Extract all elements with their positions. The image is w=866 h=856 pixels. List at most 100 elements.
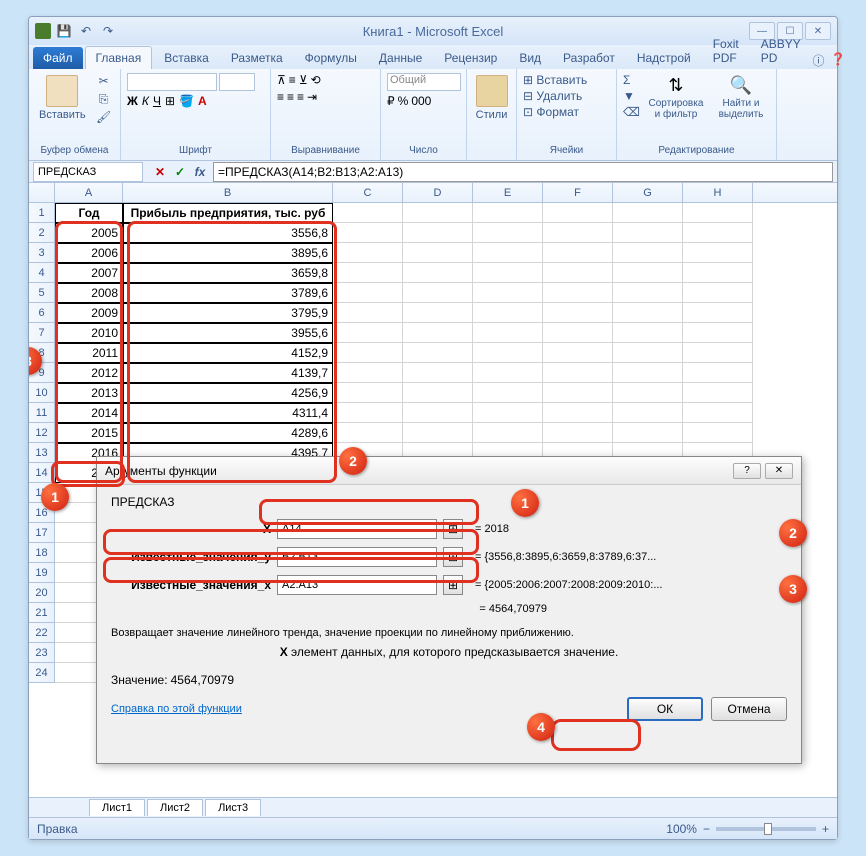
cell-g1[interactable] (613, 203, 683, 223)
number-format-combo[interactable]: Общий (387, 73, 461, 91)
cell-b5[interactable]: 3789,6 (123, 283, 333, 303)
help-question-icon[interactable]: ❓ (831, 52, 846, 69)
cell-c6[interactable] (333, 303, 403, 323)
cell-a8[interactable]: 2011 (55, 343, 123, 363)
field-input-known-y[interactable] (277, 547, 437, 567)
fx-icon[interactable]: fx (191, 163, 209, 181)
cell-h7[interactable] (683, 323, 753, 343)
col-header-b[interactable]: B (123, 183, 333, 202)
cell-d7[interactable] (403, 323, 473, 343)
cell-a9[interactable]: 2012 (55, 363, 123, 383)
col-header-d[interactable]: D (403, 183, 473, 202)
cell-f3[interactable] (543, 243, 613, 263)
cell-b4[interactable]: 3659,8 (123, 263, 333, 283)
font-color-icon[interactable]: A (198, 94, 207, 108)
cell-a3[interactable]: 2006 (55, 243, 123, 263)
cell-d6[interactable] (403, 303, 473, 323)
indent-icon[interactable]: ⇥ (307, 90, 317, 104)
cell-f1[interactable] (543, 203, 613, 223)
cancel-button[interactable]: Отмена (711, 697, 787, 721)
ok-button[interactable]: ОК (627, 697, 703, 721)
cell-h5[interactable] (683, 283, 753, 303)
cell-a6[interactable]: 2009 (55, 303, 123, 323)
tab-formulas[interactable]: Формулы (295, 47, 367, 69)
align-left-icon[interactable]: ≡ (277, 90, 284, 104)
col-header-h[interactable]: H (683, 183, 753, 202)
cell-c5[interactable] (333, 283, 403, 303)
field-input-x[interactable] (277, 519, 437, 539)
cell-c1[interactable] (333, 203, 403, 223)
cell-e3[interactable] (473, 243, 543, 263)
copy-icon[interactable]: ⎘ (94, 91, 114, 107)
autosum-icon[interactable]: Σ (623, 73, 640, 87)
fill-color-icon[interactable]: 🪣 (179, 94, 194, 108)
ref-button-known-x[interactable]: ⊞ (443, 575, 463, 595)
cell-d3[interactable] (403, 243, 473, 263)
cell-b3[interactable]: 3895,6 (123, 243, 333, 263)
percent-icon[interactable]: % (398, 94, 409, 108)
cell-h11[interactable] (683, 403, 753, 423)
cancel-formula-icon[interactable]: ✕ (151, 163, 169, 181)
format-cells-button[interactable]: ⊡ Формат (523, 105, 610, 119)
sort-filter-button[interactable]: ⇅ Сортировка и фильтр (644, 73, 708, 122)
zoom-in-icon[interactable]: + (822, 822, 829, 836)
align-center-icon[interactable]: ≡ (287, 90, 294, 104)
cell-g12[interactable] (613, 423, 683, 443)
cell-f8[interactable] (543, 343, 613, 363)
tab-foxit[interactable]: Foxit PDF (703, 33, 749, 69)
cell-f11[interactable] (543, 403, 613, 423)
underline-icon[interactable]: Ч (153, 94, 161, 108)
help-icon[interactable]: ⓘ (813, 52, 825, 69)
zoom-slider[interactable] (716, 827, 816, 831)
cell-g7[interactable] (613, 323, 683, 343)
styles-button[interactable]: Стили (473, 73, 510, 123)
tab-layout[interactable]: Разметка (221, 47, 293, 69)
clear-icon[interactable]: ⌫ (623, 105, 640, 119)
col-header-g[interactable]: G (613, 183, 683, 202)
cell-f12[interactable] (543, 423, 613, 443)
cell-g10[interactable] (613, 383, 683, 403)
redo-icon[interactable]: ↷ (99, 22, 117, 40)
row-header-18[interactable]: 18 (29, 543, 55, 563)
cell-g3[interactable] (613, 243, 683, 263)
cell-e6[interactable] (473, 303, 543, 323)
tab-insert[interactable]: Вставка (154, 47, 219, 69)
sheet-tab-2[interactable]: Лист2 (147, 799, 203, 816)
row-header-6[interactable]: 6 (29, 303, 55, 323)
align-top-icon[interactable]: ⊼ (277, 73, 286, 87)
orientation-icon[interactable]: ⟲ (311, 73, 321, 87)
dialog-help-button[interactable]: ? (733, 463, 761, 479)
row-header-10[interactable]: 10 (29, 383, 55, 403)
font-combo[interactable] (127, 73, 217, 91)
cell-b2[interactable]: 3556,8 (123, 223, 333, 243)
font-size-combo[interactable] (219, 73, 255, 91)
row-header-19[interactable]: 19 (29, 563, 55, 583)
cell-h4[interactable] (683, 263, 753, 283)
cell-e7[interactable] (473, 323, 543, 343)
cell-h8[interactable] (683, 343, 753, 363)
sheet-tab-3[interactable]: Лист3 (205, 799, 261, 816)
cell-h10[interactable] (683, 383, 753, 403)
cell-h1[interactable] (683, 203, 753, 223)
tab-abbyy[interactable]: ABBYY PD (751, 33, 811, 69)
tab-review[interactable]: Рецензир (434, 47, 507, 69)
tab-view[interactable]: Вид (509, 47, 551, 69)
tab-file[interactable]: Файл (33, 47, 83, 69)
cell-g5[interactable] (613, 283, 683, 303)
cell-d8[interactable] (403, 343, 473, 363)
row-header-23[interactable]: 23 (29, 643, 55, 663)
delete-cells-button[interactable]: ⊟ Удалить (523, 89, 610, 103)
cell-e11[interactable] (473, 403, 543, 423)
currency-icon[interactable]: ₽ (387, 94, 395, 108)
tab-addins[interactable]: Надстрой (627, 47, 701, 69)
border-icon[interactable]: ⊞ (165, 94, 175, 108)
align-middle-icon[interactable]: ≡ (289, 73, 296, 87)
cell-a12[interactable]: 2015 (55, 423, 123, 443)
cell-b8[interactable]: 4152,9 (123, 343, 333, 363)
tab-developer[interactable]: Разработ (553, 47, 625, 69)
cell-a10[interactable]: 2013 (55, 383, 123, 403)
formula-input[interactable]: =ПРЕДСКАЗ(A14;B2:B13;A2:A13) (213, 162, 833, 182)
row-header-7[interactable]: 7 (29, 323, 55, 343)
cell-f9[interactable] (543, 363, 613, 383)
cell-b12[interactable]: 4289,6 (123, 423, 333, 443)
